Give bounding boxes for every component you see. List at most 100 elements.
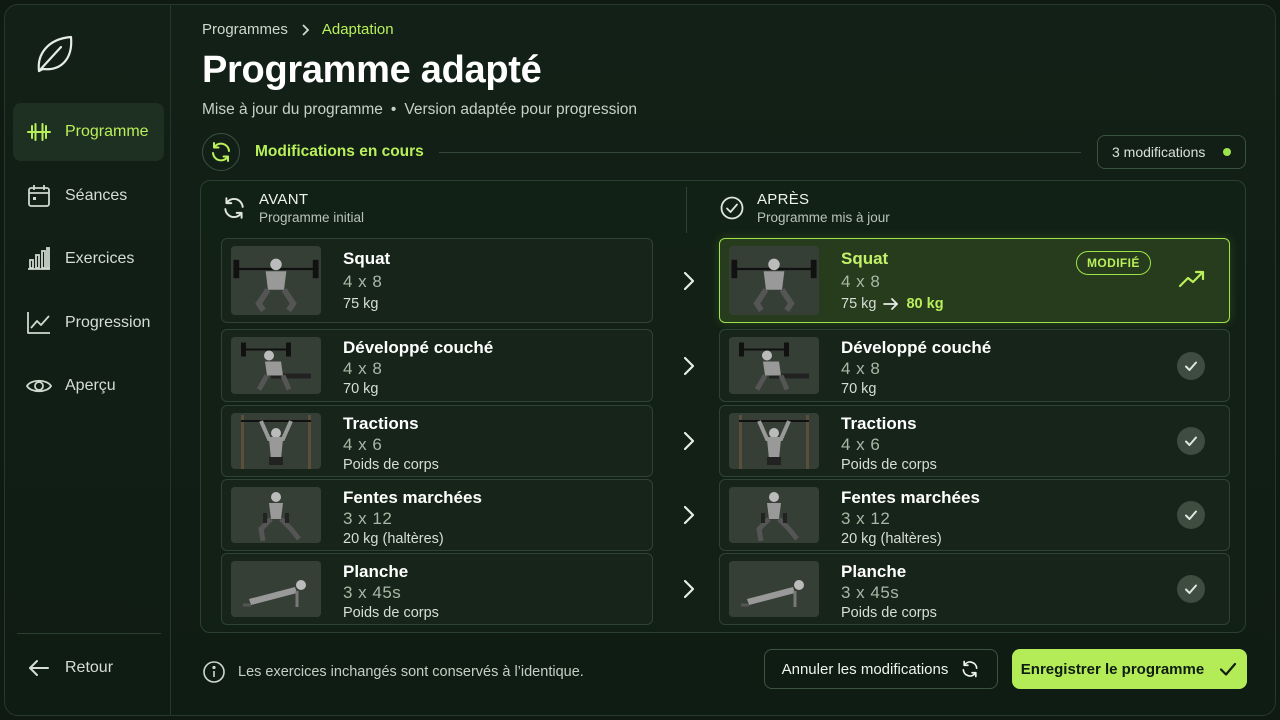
exercise-sets: 4 x 8 <box>343 359 383 378</box>
check-icon <box>1220 662 1237 676</box>
check-circle-icon <box>1177 427 1205 455</box>
before-exercise-row[interactable]: Squat 4 x 8 75 kg <box>221 238 653 323</box>
before-exercise-row[interactable]: Tractions 4 x 6 Poids de corps <box>221 405 653 477</box>
exercise-load-value: 20 kg (haltères) <box>841 531 942 547</box>
refresh-icon <box>224 197 244 219</box>
exercise-name: Squat <box>841 249 889 268</box>
sidebar-divider <box>17 633 161 634</box>
exercise-load: Poids de corps <box>841 457 937 473</box>
arrow-right-icon <box>683 431 695 451</box>
divider-line <box>439 152 1081 153</box>
before-exercise-row[interactable]: Planche 3 x 45s Poids de corps <box>221 553 653 625</box>
back-label: Retour <box>65 659 114 676</box>
exercise-load: 75 kg <box>343 296 378 312</box>
arrow-right-icon <box>683 579 695 599</box>
app-window: Programme Séances Exercices Progression <box>4 4 1276 716</box>
exercise-load-value: Poids de corps <box>841 457 937 473</box>
column-subtitle-before: Programme initial <box>259 210 365 225</box>
after-exercise-row[interactable]: Tractions 4 x 6 Poids de corps <box>719 405 1230 477</box>
exercise-load: 20 kg (haltères) <box>343 531 444 547</box>
exercise-load: 75 kg 80 kg <box>841 296 944 312</box>
exercise-thumbnail <box>729 487 819 543</box>
sidebar: Programme Séances Exercices Progression <box>5 5 171 715</box>
exercise-name: Planche <box>841 562 907 581</box>
exercise-sets: 3 x 12 <box>841 509 891 528</box>
bar-chart-icon <box>28 247 50 270</box>
exercise-sets: 4 x 6 <box>343 435 383 454</box>
exercise-load: 70 kg <box>841 381 876 397</box>
exercise-thumbnail <box>729 337 819 394</box>
exercise-load: Poids de corps <box>343 457 439 473</box>
exercise-name: Développé couché <box>343 338 494 357</box>
breadcrumb-current: Adaptation <box>321 21 394 38</box>
breadcrumb-link-programmes[interactable]: Programmes <box>202 21 288 38</box>
subtitle-right: Version adaptée pour progression <box>404 101 638 118</box>
sidebar-item-label: Progression <box>65 314 151 331</box>
modifications-label: Modifications en cours <box>255 143 424 160</box>
column-title-after: APRÈS <box>757 191 810 208</box>
after-exercise-row-modified[interactable]: Squat 4 x 8 75 kg 80 kg MODIFIÉ <box>719 238 1230 323</box>
exercise-load: 20 kg (haltères) <box>841 531 942 547</box>
check-circle-icon <box>1177 351 1205 380</box>
exercise-load: Poids de corps <box>841 605 937 621</box>
subtitle-left: Mise à jour du programme <box>202 101 383 118</box>
leaf-icon[interactable] <box>31 31 77 77</box>
check-circle-icon <box>720 196 744 220</box>
after-exercise-row[interactable]: Développé couché 4 x 8 70 kg <box>719 329 1230 402</box>
column-divider <box>686 187 687 233</box>
sidebar-item-seances[interactable]: Séances <box>13 167 164 225</box>
sidebar-item-programme[interactable]: Programme <box>13 103 164 161</box>
eye-icon <box>25 379 53 393</box>
column-header-before: AVANT Programme initial <box>221 191 364 225</box>
arrow-right-icon <box>683 505 695 525</box>
before-exercise-row[interactable]: Fentes marchées 3 x 12 20 kg (haltères) <box>221 479 653 551</box>
old-load-value: 75 kg <box>841 296 877 312</box>
calendar-icon <box>28 185 50 207</box>
save-program-button[interactable]: Enregistrer le programme <box>1012 649 1247 689</box>
exercise-sets: 4 x 6 <box>841 435 881 454</box>
arrow-left-icon <box>29 660 49 676</box>
breadcrumb: Programmes Adaptation <box>202 21 394 38</box>
exercise-thumbnail <box>729 246 819 315</box>
sidebar-item-progression[interactable]: Progression <box>13 294 164 352</box>
column-header-after: APRÈS Programme mis à jour <box>719 191 890 225</box>
check-circle-icon <box>1177 501 1205 529</box>
sidebar-item-label: Séances <box>65 187 128 204</box>
before-exercise-row[interactable]: Développé couché 4 x 8 70 kg <box>221 329 653 402</box>
arrow-right-icon <box>683 271 695 290</box>
sidebar-item-exercices[interactable]: Exercices <box>13 230 164 288</box>
exercise-load-value: Poids de corps <box>841 605 937 621</box>
column-title-before: AVANT <box>259 191 309 208</box>
exercise-sets: 3 x 45s <box>343 583 402 602</box>
exercise-name: Planche <box>343 562 409 581</box>
exercise-thumbnail <box>231 337 321 394</box>
exercise-load-value: 70 kg <box>343 381 379 397</box>
info-text: Les exercices inchangés sont conservés à… <box>238 664 584 680</box>
modifications-count: 3 modifications <box>1112 144 1206 160</box>
cancel-modifications-button[interactable]: Annuler les modifications <box>764 649 998 689</box>
exercise-load: Poids de corps <box>343 605 439 621</box>
check-circle-icon <box>1177 575 1205 603</box>
modified-badge: MODIFIÉ <box>1076 251 1151 275</box>
exercise-thumbnail <box>231 413 321 469</box>
back-button[interactable]: Retour <box>13 639 164 697</box>
page-subtitle: Mise à jour du programme • Version adapt… <box>202 101 637 119</box>
sidebar-item-apercu[interactable]: Aperçu <box>13 357 164 415</box>
dumbbell-icon <box>27 123 51 141</box>
exercise-name: Tractions <box>343 414 419 433</box>
exercise-name: Squat <box>343 249 391 268</box>
arrow-right-icon <box>683 356 695 375</box>
exercise-name: Développé couché <box>841 338 992 357</box>
sidebar-item-label: Aperçu <box>65 377 116 394</box>
subtitle-separator: • <box>390 101 397 118</box>
exercise-load-value: Poids de corps <box>343 605 439 621</box>
refresh-icon <box>212 142 230 162</box>
exercise-thumbnail <box>729 561 819 617</box>
after-exercise-row[interactable]: Fentes marchées 3 x 12 20 kg (haltères) <box>719 479 1230 551</box>
after-exercise-row[interactable]: Planche 3 x 45s Poids de corps <box>719 553 1230 625</box>
exercise-thumbnail <box>729 413 819 469</box>
exercise-name: Tractions <box>841 414 917 433</box>
save-button-label: Enregistrer le programme <box>1020 660 1205 678</box>
exercise-load-value: 75 kg <box>343 296 379 312</box>
exercise-sets: 4 x 8 <box>841 272 881 291</box>
